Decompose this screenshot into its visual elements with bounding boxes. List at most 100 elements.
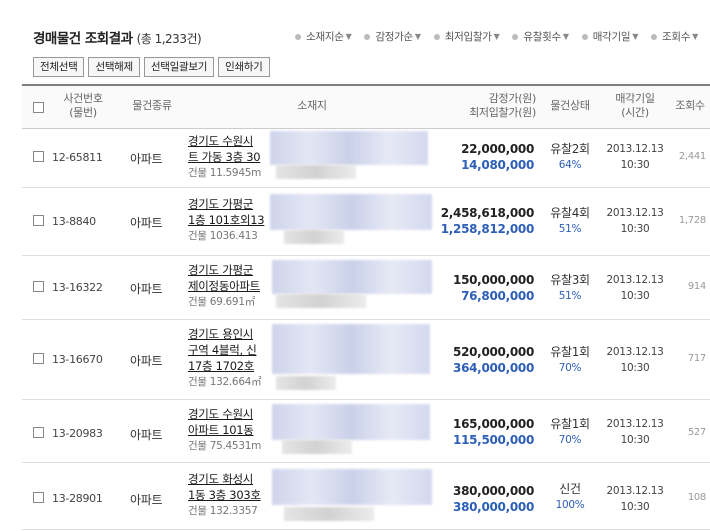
blurred-area	[276, 376, 336, 390]
property-kind: 아파트	[130, 428, 163, 442]
results-header: 경매물건 조회결과 (총 1,233건) 소재지순 ▼ 감정가순 ▼ 최저입찰가 ▼ 유…	[0, 0, 710, 50]
blurred-address	[272, 324, 430, 374]
action-buttons: 전체선택 선택해제 선택일괄보기 인쇄하기	[33, 57, 270, 77]
property-kind: 아파트	[130, 152, 163, 166]
blurred-address	[270, 131, 428, 165]
sale-date: 2013.12.13 10:30	[606, 418, 664, 446]
row-checkbox[interactable]	[33, 427, 44, 438]
select-all-button[interactable]: 전체선택	[33, 57, 85, 77]
view-count: 108	[687, 492, 706, 503]
total-count: (총 1,233건)	[136, 32, 202, 46]
bullet-icon	[364, 33, 371, 40]
property-kind: 아파트	[130, 354, 163, 368]
blurred-address	[272, 469, 432, 505]
property-kind: 아파트	[130, 493, 163, 507]
blurred-address	[272, 260, 432, 294]
row-checkbox[interactable]	[33, 492, 44, 503]
status: 유찰2회 64%	[550, 142, 590, 171]
sort-min-bid[interactable]: 최저입찰가 ▼	[433, 29, 500, 44]
chevron-down-icon: ▼	[562, 32, 569, 41]
print-button[interactable]: 인쇄하기	[218, 57, 270, 77]
bullet-icon	[581, 33, 588, 40]
select-all-checkbox[interactable]	[33, 102, 44, 113]
view-count: 717	[687, 353, 706, 364]
col-case-no: 사건번호 (물번)	[63, 92, 103, 119]
status: 유찰3회 51%	[550, 273, 590, 302]
status: 유찰4회 51%	[550, 206, 590, 235]
blurred-address	[270, 194, 432, 230]
price: 2,458,618,000 1,258,812,000	[440, 206, 535, 236]
col-status: 물건상태	[550, 99, 590, 112]
view-count: 2,441	[678, 151, 706, 162]
case-number[interactable]: 13-20983	[52, 427, 103, 440]
blurred-address	[272, 404, 430, 440]
sale-date: 2013.12.13 10:30	[606, 346, 664, 374]
col-sale-date: 매각기일 (시간)	[615, 92, 655, 119]
price: 165,000,000 115,500,000	[453, 417, 534, 447]
col-kind: 물건종류	[132, 99, 172, 112]
location[interactable]: 경기도 수원시 아파트 101동 건물 75.4531m	[188, 406, 261, 454]
location[interactable]: 경기도 가평군 1층 101호외13 건물 1036.413	[188, 196, 265, 244]
property-kind: 아파트	[130, 216, 163, 230]
chevron-down-icon: ▼	[414, 32, 421, 41]
blurred-area	[276, 165, 356, 179]
bullet-icon	[433, 33, 440, 40]
blurred-area	[276, 294, 366, 308]
view-selected-button[interactable]: 선택일괄보기	[143, 57, 215, 77]
location[interactable]: 경기도 용인시 구역 4블럭, 신 17층 1702호 건물 132.664㎡	[188, 326, 262, 390]
table-row[interactable]: 13-28901 아파트 경기도 화성시 1동 3층 303호 건물 132.335…	[22, 463, 710, 530]
sale-date: 2013.12.13 10:30	[606, 143, 664, 171]
table-row[interactable]: 13-16670 아파트 경기도 용인시 구역 4블럭, 신 17층 1702호 건물…	[22, 320, 710, 400]
deselect-button[interactable]: 선택해제	[88, 57, 140, 77]
sale-date: 2013.12.13 10:30	[606, 485, 664, 513]
blurred-area	[284, 230, 344, 244]
price: 520,000,000 364,000,000	[453, 345, 534, 375]
view-count: 914	[687, 281, 706, 292]
page-title: 경매물건 조회결과 (총 1,233건)	[33, 31, 202, 47]
table-row[interactable]: 13-8840 아파트 경기도 가평군 1층 101호외13 건물 1036.413…	[22, 188, 710, 256]
case-number[interactable]: 13-16670	[52, 353, 103, 366]
bullet-icon	[512, 33, 519, 40]
location[interactable]: 경기도 수원시 트 가동 3층 30 건물 11.5945m	[188, 133, 261, 181]
col-price: 감정가(원) 최저입찰가(원)	[469, 92, 536, 119]
row-checkbox[interactable]	[33, 281, 44, 292]
status: 유찰1회 70%	[550, 345, 590, 374]
view-count: 1,728	[678, 215, 706, 226]
blurred-area	[282, 440, 352, 454]
location[interactable]: 경기도 가평군 제이정동아파트 건물 69.691㎡	[188, 262, 260, 310]
sort-options: 소재지순 ▼ 감정가순 ▼ 최저입찰가 ▼ 유찰횟수 ▼ 매각기일 ▼ 조회수 ▼	[295, 29, 698, 44]
sort-sale-date[interactable]: 매각기일 ▼	[581, 29, 639, 44]
location[interactable]: 경기도 화성시 1동 3층 303호 건물 132.3357	[188, 471, 261, 519]
price: 150,000,000 76,800,000	[453, 273, 534, 303]
row-checkbox[interactable]	[33, 151, 44, 162]
sale-date: 2013.12.13 10:30	[606, 207, 664, 235]
col-location: 소재지	[297, 99, 327, 112]
chevron-down-icon: ▼	[632, 32, 639, 41]
bullet-icon	[651, 33, 658, 40]
col-views: 조회수	[675, 99, 705, 112]
row-checkbox[interactable]	[33, 353, 44, 364]
table-row[interactable]: 12-65811 아파트 경기도 수원시 트 가동 3층 30 건물 11.5945…	[22, 127, 710, 188]
table-row[interactable]: 13-20983 아파트 경기도 수원시 아파트 101동 건물 75.4531m …	[22, 400, 710, 463]
case-number[interactable]: 13-28901	[52, 492, 103, 505]
status: 유찰1회 70%	[550, 417, 590, 446]
view-count: 527	[687, 427, 706, 438]
status: 신건 100%	[555, 482, 585, 511]
row-checkbox[interactable]	[33, 215, 44, 226]
table-header: 사건번호 (물번) 물건종류 소재지 감정가(원) 최저입찰가(원) 물건상태 매각…	[22, 84, 710, 129]
sort-appraisal[interactable]: 감정가순 ▼	[364, 29, 421, 44]
bullet-icon	[295, 33, 302, 40]
chevron-down-icon: ▼	[493, 32, 500, 41]
chevron-down-icon: ▼	[692, 32, 698, 41]
price: 22,000,000 14,080,000	[461, 142, 534, 172]
sort-views[interactable]: 조회수 ▼	[651, 29, 698, 44]
case-number[interactable]: 12-65811	[52, 151, 103, 164]
chevron-down-icon: ▼	[345, 32, 352, 41]
property-kind: 아파트	[130, 282, 163, 296]
case-number[interactable]: 13-8840	[52, 215, 96, 228]
sort-fail-count[interactable]: 유찰횟수 ▼	[512, 29, 569, 44]
blurred-area	[284, 507, 374, 521]
case-number[interactable]: 13-16322	[52, 281, 103, 294]
sort-location[interactable]: 소재지순 ▼	[295, 29, 352, 44]
table-row[interactable]: 13-16322 아파트 경기도 가평군 제이정동아파트 건물 69.691㎡ 15…	[22, 256, 710, 320]
